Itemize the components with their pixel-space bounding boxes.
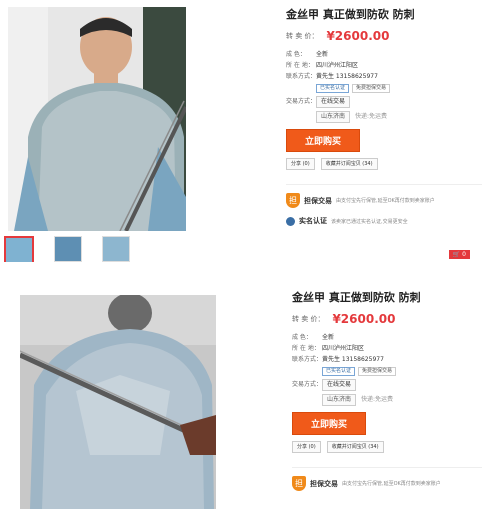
trade-value: 在线交易 — [316, 96, 482, 108]
contact-row: 联系方式： 黄先生 13158625977 已实名认证 免费担保交易 — [286, 71, 482, 93]
contact-text-2: 黄先生 13158625977 — [322, 356, 384, 363]
listing-info-2: 金丝甲 真正做到防砍 防刺 转 卖 价： ¥2600.00 成 色： 全新 所 … — [292, 289, 482, 491]
location-value: 四川泸州江阳区 — [316, 62, 359, 69]
thumbnail-1[interactable] — [4, 236, 34, 264]
condition-label-2: 成 色： — [292, 334, 312, 341]
real-name-auth: 实名认证 该卖家已通过实名认证,交易更安全 — [286, 216, 482, 226]
price-row: 转 卖 价： ¥2600.00 — [286, 29, 482, 43]
product-photo-front-image — [8, 7, 186, 231]
listing-panel-1: 金丝甲 真正做到防砍 防刺 转 卖 价： ¥2600.00 成 色： 全新 所 … — [0, 0, 488, 264]
thumbnail-3[interactable] — [102, 236, 130, 262]
ship-from-select-2[interactable]: 山东济南 — [322, 394, 357, 406]
price-value-2: ¥2600.00 — [332, 312, 396, 326]
price-row-2: 转 卖 价： ¥2600.00 — [292, 312, 482, 326]
shield-icon: 担 — [286, 193, 300, 208]
contact-row-2: 联系方式： 黄先生 13158625977 已实名认证 免费担保交易 — [292, 354, 482, 376]
escrow-desc: 由支付宝先行保管,延至OK再付款到卖家账户 — [336, 198, 435, 204]
ship-note-2: 快递:免运费 — [361, 396, 394, 403]
trade-value-2: 在线交易 — [322, 379, 482, 391]
trade-label: 交易方式： — [286, 98, 317, 105]
ship-from-select[interactable]: 山东济南 — [316, 111, 351, 123]
contact-value: 黄先生 13158625977 已实名认证 免费担保交易 — [316, 71, 482, 93]
listing-info: 金丝甲 真正做到防砍 防刺 转 卖 价： ¥2600.00 成 色： 全新 所 … — [286, 6, 482, 226]
online-trade-button[interactable]: 在线交易 — [316, 96, 351, 108]
verified-tag[interactable]: 已实名认证 — [316, 84, 350, 93]
location-row-2: 所 在 地： 四川泸州江阳区 — [292, 343, 482, 354]
auth-desc: 该卖家已通过实名认证,交易更安全 — [331, 218, 408, 225]
product-photo-back[interactable] — [20, 295, 216, 509]
escrow-title: 担保交易 — [304, 196, 332, 205]
condition-row-2: 成 色： 全新 — [292, 332, 482, 343]
ship-note: 快递:免运费 — [355, 113, 388, 120]
thumbnail-strip — [4, 236, 130, 264]
contact-label: 联系方式： — [286, 73, 317, 80]
buy-now-button-2[interactable]: 立即购买 — [292, 412, 367, 435]
trade-row: 交易方式： 在线交易 — [286, 96, 482, 108]
panel-divider — [0, 262, 488, 283]
price-value: ¥2600.00 — [326, 29, 390, 43]
location-label-2: 所 在 地： — [292, 345, 320, 352]
thumbnail-2[interactable] — [54, 236, 82, 262]
location-value-2: 四川泸州江阳区 — [322, 345, 365, 352]
escrow-guarantee: 担 担保交易 由支付宝先行保管,延至OK再付款到卖家账户 — [286, 184, 482, 208]
shipping-row-2: 山东济南 快递:免运费 — [292, 394, 482, 406]
escrow-guarantee-2: 担 担保交易 由支付宝先行保管,延至OK再付款到卖家账户 — [292, 467, 482, 491]
trade-row-2: 交易方式： 在线交易 — [292, 379, 482, 391]
free-escrow-tag-2[interactable]: 免费担保交易 — [358, 367, 397, 376]
shipping-row: 山东济南 快递:免运费 — [286, 111, 482, 123]
buy-now-button[interactable]: 立即购买 — [286, 129, 361, 152]
product-title: 金丝甲 真正做到防砍 防刺 — [286, 8, 415, 21]
cart-count: 0 — [462, 251, 466, 258]
location-row: 所 在 地： 四川泸州江阳区 — [286, 60, 482, 71]
trade-label-2: 交易方式： — [292, 381, 323, 388]
escrow-title-2: 担保交易 — [310, 479, 338, 488]
contact-value-2: 黄先生 13158625977 已实名认证 免费担保交易 — [322, 354, 482, 376]
favorite-subscribe-button-2[interactable]: 收藏并订阅宝贝 (34) — [326, 441, 384, 453]
listing-panel-2: 金丝甲 真正做到防砍 防刺 转 卖 价： ¥2600.00 成 色： 全新 所 … — [0, 283, 488, 530]
contact-text: 黄先生 13158625977 — [316, 73, 378, 80]
condition-label: 成 色： — [286, 51, 306, 58]
contact-label-2: 联系方式： — [292, 356, 323, 363]
share-button-2[interactable]: 分享 (0) — [292, 441, 321, 453]
ops-row: 分享 (0) 收藏并订阅宝贝 (34) — [286, 158, 482, 170]
auth-icon — [286, 216, 295, 226]
share-button[interactable]: 分享 (0) — [286, 158, 315, 170]
condition-value-2: 全新 — [322, 334, 335, 341]
location-label: 所 在 地： — [286, 62, 314, 69]
product-photo-front[interactable] — [8, 7, 186, 231]
price-label: 转 卖 价： — [286, 32, 319, 40]
condition-value: 全新 — [316, 51, 329, 58]
free-escrow-tag[interactable]: 免费担保交易 — [352, 84, 391, 93]
ops-row-2: 分享 (0) 收藏并订阅宝贝 (34) — [292, 441, 482, 453]
product-photo-back-image — [20, 295, 216, 509]
online-trade-button-2[interactable]: 在线交易 — [322, 379, 357, 391]
price-label-2: 转 卖 价： — [292, 315, 325, 323]
escrow-desc-2: 由支付宝先行保管,延至OK再付款到卖家账户 — [342, 481, 441, 487]
shield-icon-2: 担 — [292, 476, 306, 491]
cart-badge[interactable]: 🛒 0 — [448, 250, 470, 259]
product-title-2: 金丝甲 真正做到防砍 防刺 — [292, 291, 421, 304]
condition-row: 成 色： 全新 — [286, 49, 482, 60]
auth-title: 实名认证 — [299, 217, 327, 225]
favorite-subscribe-button[interactable]: 收藏并订阅宝贝 (34) — [320, 158, 378, 170]
verified-tag-2[interactable]: 已实名认证 — [322, 367, 356, 376]
